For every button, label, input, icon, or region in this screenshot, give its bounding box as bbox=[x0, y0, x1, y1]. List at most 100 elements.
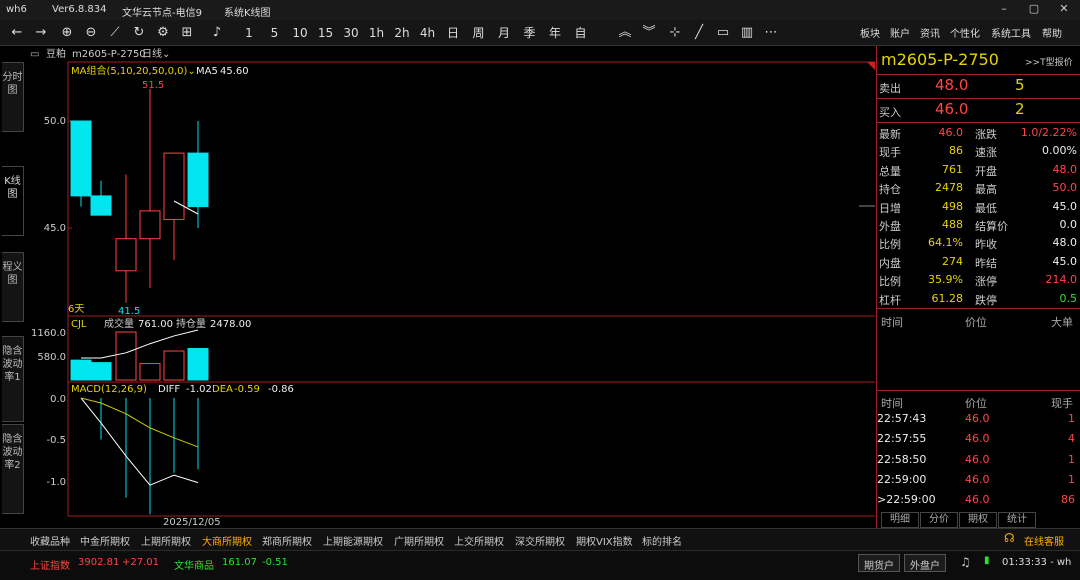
period-9[interactable]: 周 bbox=[468, 24, 490, 42]
tick-row: 22:58:50 46.0 1 bbox=[877, 451, 1080, 469]
foreign-account-button[interactable]: 外盘户 bbox=[904, 554, 946, 572]
ask-price[interactable]: 48.0 bbox=[935, 76, 968, 94]
window-icon[interactable]: ▭ bbox=[712, 24, 734, 42]
candle-body[interactable] bbox=[70, 120, 92, 197]
tab-iv2[interactable]: 隐含波动率2 bbox=[2, 424, 24, 514]
quote-tab-2[interactable]: 期权 bbox=[959, 512, 997, 528]
tick-time: 22:57:55 bbox=[877, 432, 927, 446]
tab-kline[interactable]: K线图 bbox=[2, 166, 24, 236]
exchange-tab-8[interactable]: 深交所期权 bbox=[515, 533, 565, 548]
exchange-tab-0[interactable]: 收藏品种 bbox=[30, 533, 70, 548]
draw-line-icon[interactable]: ╱ bbox=[688, 24, 710, 42]
stat-label: 最新 bbox=[879, 128, 901, 141]
macd-label[interactable]: MACD(12,26,9) bbox=[71, 384, 147, 395]
tab-timeshare[interactable]: 分时图 bbox=[2, 62, 24, 132]
server-node: 文华云节点-电信9 bbox=[122, 8, 202, 19]
futures-account-button[interactable]: 期货户 bbox=[858, 554, 900, 572]
line-chart-icon[interactable]: ⟋ bbox=[104, 24, 126, 42]
refresh-icon[interactable]: ↻ bbox=[128, 24, 150, 42]
exchange-tab-2[interactable]: 上期所期权 bbox=[141, 533, 191, 548]
period-10[interactable]: 月 bbox=[493, 24, 515, 42]
menu-3[interactable]: 个性化 bbox=[950, 25, 980, 40]
stat-value: 488 bbox=[942, 218, 963, 231]
header-contract: m2605-P-2750 bbox=[72, 49, 146, 60]
bid-price[interactable]: 46.0 bbox=[935, 100, 968, 118]
zoom-out-icon[interactable]: ⊖ bbox=[80, 24, 102, 42]
close-button[interactable]: ✕ bbox=[1056, 2, 1072, 16]
crosshair-icon[interactable]: ⊹ bbox=[664, 24, 686, 42]
quote-row: 内盘 274 昨结 45.0 bbox=[877, 253, 1080, 271]
candle-body[interactable] bbox=[139, 210, 161, 240]
speaker-icon[interactable]: ♫ bbox=[960, 555, 971, 569]
window-name: 系统K线图 bbox=[224, 8, 271, 19]
split-icon[interactable]: ▥ bbox=[736, 24, 758, 42]
online-service-link[interactable]: 在线客服 bbox=[1024, 533, 1064, 548]
zoom-in-icon[interactable]: ⊕ bbox=[56, 24, 78, 42]
quote-tab-3[interactable]: 统计 bbox=[998, 512, 1036, 528]
period-3[interactable]: 15 bbox=[315, 24, 337, 42]
maximize-button[interactable]: ▢ bbox=[1026, 2, 1042, 16]
tick-volume: 1 bbox=[1068, 412, 1075, 425]
period-5[interactable]: 1h bbox=[366, 24, 388, 42]
quote-tab-0[interactable]: 明细 bbox=[881, 512, 919, 528]
menu-1[interactable]: 账户 bbox=[890, 25, 910, 40]
exchange-tab-4[interactable]: 郑商所期权 bbox=[262, 533, 312, 548]
quote-tab-1[interactable]: 分价 bbox=[920, 512, 958, 528]
period-13[interactable]: 自 bbox=[570, 24, 592, 42]
scroll-down-icon[interactable]: ︾ bbox=[638, 24, 660, 42]
tick-row: 22:59:00 46.0 1 bbox=[877, 471, 1080, 489]
exchange-tab-7[interactable]: 上交所期权 bbox=[454, 533, 504, 548]
vol-label[interactable]: CJL bbox=[71, 319, 87, 330]
period-1[interactable]: 5 bbox=[264, 24, 286, 42]
tab-iv1[interactable]: 隐含波动率1 bbox=[2, 336, 24, 422]
period-2[interactable]: 10 bbox=[289, 24, 311, 42]
menu-0[interactable]: 板块 bbox=[860, 25, 880, 40]
wh-index-label[interactable]: 文华商品 bbox=[174, 557, 214, 572]
dea-value: -0.59 bbox=[234, 384, 260, 395]
header-period[interactable]: 日线⌄ bbox=[142, 47, 170, 60]
exchange-tab-3[interactable]: 大商所期权 bbox=[202, 533, 252, 548]
exchange-tab-5[interactable]: 上期能源期权 bbox=[323, 533, 383, 548]
tick-time: 22:58:50 bbox=[877, 452, 927, 466]
forward-icon[interactable]: → bbox=[30, 24, 52, 42]
period-6[interactable]: 2h bbox=[391, 24, 413, 42]
period-12[interactable]: 年 bbox=[544, 24, 566, 42]
stat-label: 持仓 bbox=[879, 183, 901, 197]
t-quote-link[interactable]: >>T型报价 bbox=[1025, 55, 1073, 68]
indicator-icon[interactable]: ⊞ bbox=[176, 24, 198, 42]
period-7[interactable]: 4h bbox=[417, 24, 439, 42]
volume-bar bbox=[70, 359, 92, 381]
menu-5[interactable]: 帮助 bbox=[1042, 25, 1062, 40]
exchange-tab-1[interactable]: 中金所期权 bbox=[80, 533, 130, 548]
stat-value: 86 bbox=[949, 144, 963, 158]
back-icon[interactable]: ← bbox=[6, 24, 28, 42]
more-icon[interactable]: ⋯ bbox=[760, 24, 782, 42]
candle-body[interactable] bbox=[187, 152, 209, 208]
tools-icon[interactable]: ⚙ bbox=[152, 24, 174, 42]
kline-chart[interactable]: ▭ 豆粕 m2605-P-2750 日线⌄ MA组合(5,10,20,50,0,… bbox=[26, 46, 875, 528]
menu-4[interactable]: 系统工具 bbox=[991, 25, 1031, 40]
exchange-tab-6[interactable]: 广期所期权 bbox=[394, 533, 444, 548]
status-bar: 上证指数 3902.81 +27.01 文华商品 161.07 -0.51 期货… bbox=[0, 550, 1080, 580]
quote-row: 总量 761 开盘 48.0 bbox=[877, 161, 1080, 179]
exchange-tab-10[interactable]: 标的排名 bbox=[642, 533, 682, 548]
period-11[interactable]: 季 bbox=[519, 24, 541, 42]
scroll-up-icon[interactable]: ︽ bbox=[614, 24, 636, 42]
period-4[interactable]: 30 bbox=[340, 24, 362, 42]
tab-profit-chart[interactable]: 程义图 bbox=[2, 252, 24, 322]
alarm-icon[interactable]: ♪ bbox=[206, 24, 228, 42]
menu-2[interactable]: 资讯 bbox=[920, 25, 940, 40]
minimize-button[interactable]: – bbox=[996, 2, 1012, 16]
ma5-value: 45.60 bbox=[220, 66, 249, 77]
candle-body[interactable] bbox=[115, 238, 137, 272]
candle-body[interactable] bbox=[163, 152, 185, 220]
period-0[interactable]: 1 bbox=[238, 24, 260, 42]
period-8[interactable]: 日 bbox=[442, 24, 464, 42]
candle-body[interactable] bbox=[90, 195, 112, 216]
ma-combo-label[interactable]: MA组合(5,10,20,50,0,0)⌄ bbox=[71, 64, 196, 77]
sh-index-label[interactable]: 上证指数 bbox=[30, 557, 70, 572]
headset-icon[interactable]: ☊ bbox=[1004, 531, 1015, 545]
tick-time: 22:57:43 bbox=[877, 412, 927, 425]
big-header-price: 价位 bbox=[965, 316, 987, 329]
exchange-tab-9[interactable]: 期权VIX指数 bbox=[576, 533, 633, 548]
